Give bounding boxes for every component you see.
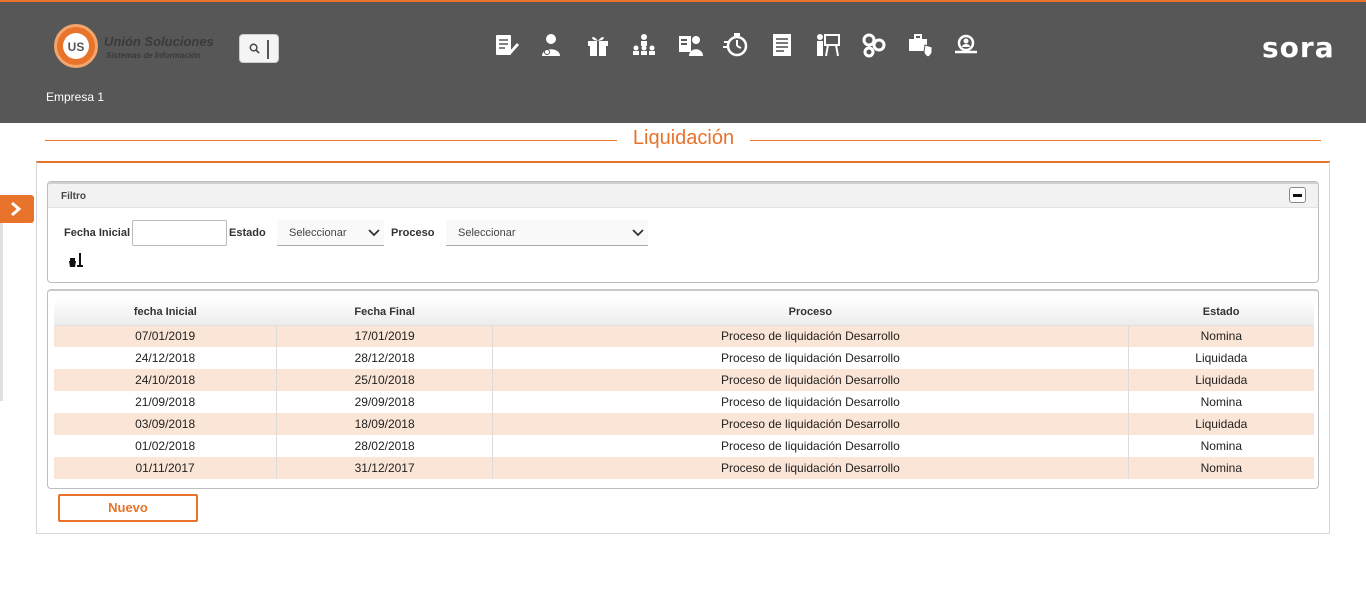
results-table-box: fecha Inicial Fecha Final Proceso Estado… <box>47 289 1319 489</box>
cell-fecha-inicial: 01/02/2018 <box>54 435 278 457</box>
cell-fecha-inicial: 21/09/2018 <box>54 391 278 413</box>
title-divider-right <box>750 140 1321 141</box>
estado-label: Estado <box>229 227 266 239</box>
gift-icon[interactable] <box>585 32 611 58</box>
cell-estado: Nomina <box>1128 435 1314 457</box>
filter-box: Filtro Fecha Inicial Estado Seleccionar … <box>47 181 1319 283</box>
cell-fecha-inicial: 07/01/2019 <box>54 325 278 347</box>
page-title: Liquidación <box>632 127 735 149</box>
chevron-right-icon <box>11 202 22 216</box>
cell-proceso: Proceso de liquidación Desarrollo <box>492 369 1129 391</box>
cell-estado: Nomina <box>1128 325 1314 347</box>
col-estado[interactable]: Estado <box>1128 299 1314 326</box>
fecha-inicial-input[interactable] <box>132 220 227 246</box>
briefcase-shield-icon[interactable] <box>907 32 933 58</box>
brand-logo: sora <box>1262 31 1335 64</box>
fecha-inicial-label: Fecha Inicial <box>64 227 131 239</box>
col-proceso[interactable]: Proceso <box>492 299 1129 326</box>
sidebar-toggle-button[interactable] <box>0 195 34 223</box>
cell-fecha-final: 25/10/2018 <box>276 369 494 391</box>
cell-estado: Liquidada <box>1128 369 1314 391</box>
chevron-down-icon <box>368 229 380 237</box>
logo-tagline: Sistemas de Información <box>106 51 201 60</box>
sidebar-edge <box>0 223 3 401</box>
estado-select[interactable]: Seleccionar <box>277 220 384 246</box>
search-button[interactable] <box>239 34 279 63</box>
clear-filter-icon[interactable] <box>68 252 84 268</box>
user-search-icon[interactable] <box>953 32 979 58</box>
cell-fecha-inicial: 01/11/2017 <box>54 457 278 479</box>
filter-header: Filtro <box>48 182 1318 208</box>
report-list-icon[interactable] <box>769 32 795 58</box>
estado-select-value: Seleccionar <box>289 227 347 239</box>
cell-fecha-inicial: 24/10/2018 <box>54 369 278 391</box>
cell-fecha-final: 28/02/2018 <box>276 435 494 457</box>
cell-proceso: Proceso de liquidación Desarrollo <box>492 391 1129 413</box>
table-row[interactable]: 01/02/2018 28/02/2018 Proceso de liquida… <box>54 435 1314 457</box>
proceso-label: Proceso <box>391 227 435 239</box>
hierarchy-icon[interactable] <box>631 32 657 58</box>
cell-estado: Liquidada <box>1128 347 1314 369</box>
col-fecha-inicial[interactable]: fecha Inicial <box>54 299 277 326</box>
user-id-card-icon[interactable] <box>677 32 703 58</box>
cell-estado: Liquidada <box>1128 413 1314 435</box>
logo-badge-text: US <box>63 33 89 59</box>
cell-fecha-final: 31/12/2017 <box>276 457 494 479</box>
table-row[interactable]: 24/10/2018 25/10/2018 Proceso de liquida… <box>54 369 1314 391</box>
settings-gears-icon[interactable] <box>861 32 887 58</box>
new-button[interactable]: Nuevo <box>58 494 198 522</box>
table-row[interactable]: 07/01/2019 17/01/2019 Proceso de liquida… <box>54 325 1314 347</box>
cell-proceso: Proceso de liquidación Desarrollo <box>492 413 1129 435</box>
company-name: Empresa 1 <box>46 90 105 104</box>
cell-fecha-final: 18/09/2018 <box>276 413 494 435</box>
table-header-row: fecha Inicial Fecha Final Proceso Estado <box>54 299 1314 326</box>
cell-fecha-inicial: 03/09/2018 <box>54 413 278 435</box>
user-money-icon[interactable] <box>539 32 565 58</box>
app-header: US Unión Soluciones Sistemas de Informac… <box>0 0 1366 123</box>
cell-fecha-final: 28/12/2018 <box>276 347 494 369</box>
results-table: fecha Inicial Fecha Final Proceso Estado… <box>54 299 1314 479</box>
cell-proceso: Proceso de liquidación Desarrollo <box>492 457 1129 479</box>
company-logo[interactable]: US Unión Soluciones Sistemas de Informac… <box>54 24 224 70</box>
filter-title: Filtro <box>61 191 86 202</box>
cell-proceso: Proceso de liquidación Desarrollo <box>492 325 1129 347</box>
logo-badge: US <box>54 24 98 68</box>
proceso-select-value: Seleccionar <box>458 227 516 239</box>
cell-estado: Nomina <box>1128 457 1314 479</box>
cell-fecha-final: 29/09/2018 <box>276 391 494 413</box>
cell-fecha-inicial: 24/12/2018 <box>54 347 278 369</box>
cell-estado: Nomina <box>1128 391 1314 413</box>
table-row[interactable]: 21/09/2018 29/09/2018 Proceso de liquida… <box>54 391 1314 413</box>
proceso-select[interactable]: Seleccionar <box>446 220 648 246</box>
table-row[interactable]: 01/11/2017 31/12/2017 Proceso de liquida… <box>54 457 1314 479</box>
search-caret <box>267 40 269 59</box>
cell-proceso: Proceso de liquidación Desarrollo <box>492 347 1129 369</box>
presentation-icon[interactable] <box>815 32 841 58</box>
cell-proceso: Proceso de liquidación Desarrollo <box>492 435 1129 457</box>
table-row[interactable]: 24/12/2018 28/12/2018 Proceso de liquida… <box>54 347 1314 369</box>
cell-fecha-final: 17/01/2019 <box>276 325 494 347</box>
table-row[interactable]: 03/09/2018 18/09/2018 Proceso de liquida… <box>54 413 1314 435</box>
document-edit-icon[interactable] <box>493 32 519 58</box>
timer-icon[interactable] <box>723 32 749 58</box>
collapse-button[interactable] <box>1289 187 1306 203</box>
col-fecha-final[interactable]: Fecha Final <box>276 299 493 326</box>
logo-name: Unión Soluciones <box>104 34 214 49</box>
chevron-down-icon <box>632 229 644 237</box>
search-icon <box>249 43 260 54</box>
liquidation-panel: Filtro Fecha Inicial Estado Seleccionar … <box>36 161 1330 534</box>
title-divider-left <box>45 140 617 141</box>
